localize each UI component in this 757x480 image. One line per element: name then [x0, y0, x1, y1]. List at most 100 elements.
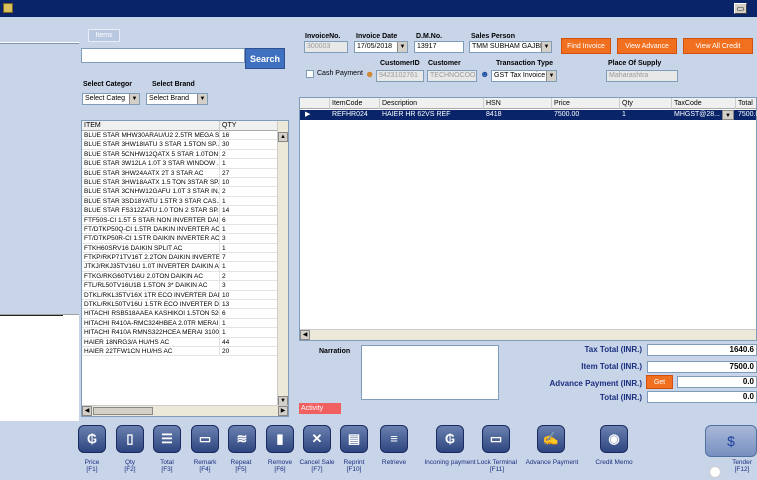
find-invoice-button[interactable]: Find Invoice — [561, 38, 611, 54]
list-item[interactable]: DTKL/RKL35TV16X 1TR ECO INVERTER DAI... 1… — [82, 290, 288, 301]
repeat-button[interactable]: ≋ — [228, 425, 256, 453]
scroll-up-icon[interactable]: ▲ — [278, 132, 288, 142]
list-item[interactable]: HAIER 18NRG3/A HU/HS AC 44 — [82, 337, 288, 347]
horizontal-scrollbar[interactable]: ◀ ▶ — [82, 405, 288, 416]
grid-horizontal-scrollbar[interactable]: ◀ — [300, 329, 756, 340]
list-item[interactable]: FTF50S-CI 1.5T 5 STAR NON INVERTER DAI..… — [82, 215, 288, 225]
item-name: BLUE STAR 3HW24AATX 2T 3 STAR AC — [82, 168, 220, 177]
invoice-date-field[interactable]: 17/05/2018 ▼ — [354, 41, 408, 53]
row-selector-icon[interactable]: ▶ — [303, 110, 327, 120]
list-item[interactable]: BLUE STAR FS312ZATU 1.0 TON 2 STAR SP...… — [82, 206, 288, 216]
scroll-left-icon[interactable]: ◀ — [82, 406, 92, 416]
cell-description[interactable]: HAIER HR 62VS REF — [380, 110, 484, 120]
tab-items[interactable]: Items — [88, 29, 120, 42]
chevron-down-icon[interactable]: ▼ — [722, 110, 734, 120]
item-qty: 1 — [222, 319, 226, 327]
chevron-down-icon[interactable]: ▼ — [397, 42, 407, 52]
sales-person-select[interactable]: TMM SUBHAM GAJBH ▼ — [469, 41, 552, 53]
col-hsn-header[interactable]: HSN — [484, 98, 552, 109]
col-item-header[interactable]: ITEM — [82, 121, 220, 130]
narration-field[interactable] — [361, 345, 499, 400]
cell-qty[interactable]: 1 — [620, 110, 672, 120]
item-list[interactable]: ITEM QTY BLUE STAR MHW30ARAU/U2 2.5TR ME… — [81, 120, 289, 417]
list-item[interactable]: BLUE STAR 3CNHW12GAFU 1.0T 3 STAR IN... 2 — [82, 187, 288, 197]
lock-terminal-button[interactable]: ▭ — [482, 425, 510, 453]
item-qty: 1 — [222, 329, 226, 337]
incoming-payment-button[interactable]: ₲ — [436, 425, 464, 453]
chevron-down-icon[interactable]: ▼ — [541, 42, 551, 52]
col-qty-header[interactable]: Qty — [620, 98, 672, 109]
view-all-credit-button[interactable]: View All Credit — [683, 38, 753, 54]
tender-button[interactable]: $ — [705, 425, 757, 457]
item-name: BLUE STAR 3HW18IATU 3 STAR 1.5TON SP... — [84, 140, 220, 149]
col-taxcode-header[interactable]: TaxCode — [672, 98, 736, 109]
scroll-right-icon[interactable]: ▶ — [278, 406, 288, 416]
cell-hsn[interactable]: 8418 — [484, 110, 552, 120]
view-advance-button[interactable]: View Advance — [617, 38, 677, 54]
invoice-lines-grid[interactable]: ItemCode Description HSN Price Qty TaxCo… — [299, 97, 757, 341]
list-item[interactable]: FT/DTKP50Q-CI 1.5TR DAIKIN INVERTER AC *… — [82, 224, 288, 235]
scroll-left-icon[interactable]: ◀ — [300, 330, 310, 340]
cell-price[interactable]: 7500.00 — [552, 110, 620, 120]
cell-total[interactable]: 7500.0 — [736, 110, 757, 120]
customer-search-icon[interactable]: ☻ — [480, 68, 490, 80]
list-item[interactable]: BLUE STAR 5CNHW12QATX 5 STAR 1.0TON ... 2 — [82, 149, 288, 160]
search-button[interactable]: Search — [245, 48, 285, 69]
list-item[interactable]: FTKP/RKP71TV16T 2.2TON DAIKIN INVERTE...… — [82, 253, 288, 263]
list-item[interactable]: FTKG/RKG60TV16U 2.0TON DAIKIN AC 2 — [82, 271, 288, 282]
total-button[interactable]: ☰ — [153, 425, 181, 453]
list-item[interactable]: BLUE STAR MHW30ARAU/U2 2.5TR MEGA S... 16 — [82, 131, 288, 141]
col-qty-header[interactable]: QTY — [220, 121, 242, 130]
col-total-header[interactable]: Total — [736, 98, 757, 109]
list-item[interactable]: JTKJ/RKJ35TV16U 1.0T INVERTER DAIKIN AC 1 — [82, 262, 288, 272]
list-item[interactable]: BLUE STAR 3W12LA 1.0T 3 STAR WINDOW ... 1 — [82, 159, 288, 169]
retrieve-button[interactable]: ≡ — [380, 425, 408, 453]
list-item[interactable]: HITACHI R410A-RMC324HBEA 2.0TR MERAI ...… — [82, 318, 288, 329]
dm-no-field[interactable]: 13917 — [414, 41, 464, 53]
vertical-scrollbar[interactable]: ▲ ▼ — [277, 121, 288, 406]
list-item[interactable]: DTKL/RKL50TV16U 1.5TR ECO INVERTER D... 1… — [82, 300, 288, 310]
list-item[interactable]: FTKH60SRV16 DAIKIN SPLIT AC 1 — [82, 243, 288, 254]
list-item[interactable]: BLUE STAR 3SD18YATU 1.5TR 3 STAR CAS... 1 — [82, 196, 288, 207]
cell-taxcode[interactable]: MHGST@28... — [672, 110, 722, 120]
price-icon: ₲ — [86, 431, 98, 446]
qty-button[interactable]: ▯ — [116, 425, 144, 453]
cash-payment-checkbox[interactable] — [306, 70, 314, 78]
reprint-button[interactable]: ▤ — [340, 425, 368, 453]
cell-itemcode[interactable]: REFHR024 — [330, 110, 380, 120]
chevron-down-icon[interactable]: ▼ — [129, 94, 139, 104]
col-description-header[interactable]: Description — [380, 98, 484, 109]
list-item[interactable]: FTL/RL50TV16U1B 1.5TON 3* DAIKIN AC 3 — [82, 281, 288, 291]
list-item[interactable]: BLUE STAR 3HW18AATX 1.5 TON 3STAR SP... 1… — [82, 177, 288, 188]
grid-row[interactable]: ▶ REFHR024 HAIER HR 62VS REF 8418 7500.0… — [300, 110, 757, 120]
credit-memo-icon: ◉ — [608, 431, 620, 446]
transaction-type-select[interactable]: GST Tax Invoice ▼ — [491, 70, 557, 82]
get-advance-button[interactable]: Get — [646, 375, 673, 389]
list-item[interactable]: HAIER 22TFW1CN HU/HS AC 20 — [82, 346, 288, 357]
item-rows: BLUE STAR MHW30ARAU/U2 2.5TR MEGA S... 16… — [82, 131, 288, 357]
minimize-button[interactable]: ▭ — [734, 3, 747, 14]
grid-header-select — [300, 98, 330, 109]
chevron-down-icon[interactable]: ▼ — [546, 71, 556, 81]
cancel-sale-button[interactable]: ✕ — [303, 425, 331, 453]
chevron-down-icon[interactable]: ▼ — [197, 94, 207, 104]
list-item[interactable]: FT/DTKP50R-CI 1.5TR DAIKIN INVERTER AC *… — [82, 234, 288, 244]
advance-payment-button[interactable]: ✍ — [537, 425, 565, 453]
scroll-thumb[interactable] — [93, 407, 153, 415]
credit-memo-button[interactable]: ◉ — [600, 425, 628, 453]
price-button[interactable]: ₲ — [78, 425, 106, 453]
list-item[interactable]: BLUE STAR 3HW18IATU 3 STAR 1.5TON SP... 3… — [82, 140, 288, 150]
search-input[interactable] — [81, 48, 245, 63]
brand-select[interactable]: Select Brand ▼ — [146, 93, 208, 105]
col-price-header[interactable]: Price — [552, 98, 620, 109]
customer-lookup-icon[interactable]: ☻ — [365, 68, 375, 80]
list-item[interactable]: BLUE STAR 3HW24AATX 2T 3 STAR AC 27 — [82, 168, 288, 178]
bottom-toolbar — [0, 421, 757, 480]
remark-button[interactable]: ▭ — [191, 425, 219, 453]
list-item[interactable]: HITACHI RSB518AAEA KASHIKOI 1.5TON 520..… — [82, 309, 288, 319]
total-icon: ☰ — [161, 431, 173, 446]
category-select[interactable]: Select Categ ▼ — [82, 93, 140, 105]
col-itemcode-header[interactable]: ItemCode — [330, 98, 380, 109]
list-item[interactable]: HITACHI R410A RMNS322HCEA MERAI 3100... 1 — [82, 328, 288, 338]
remove-button[interactable]: ▮ — [266, 425, 294, 453]
